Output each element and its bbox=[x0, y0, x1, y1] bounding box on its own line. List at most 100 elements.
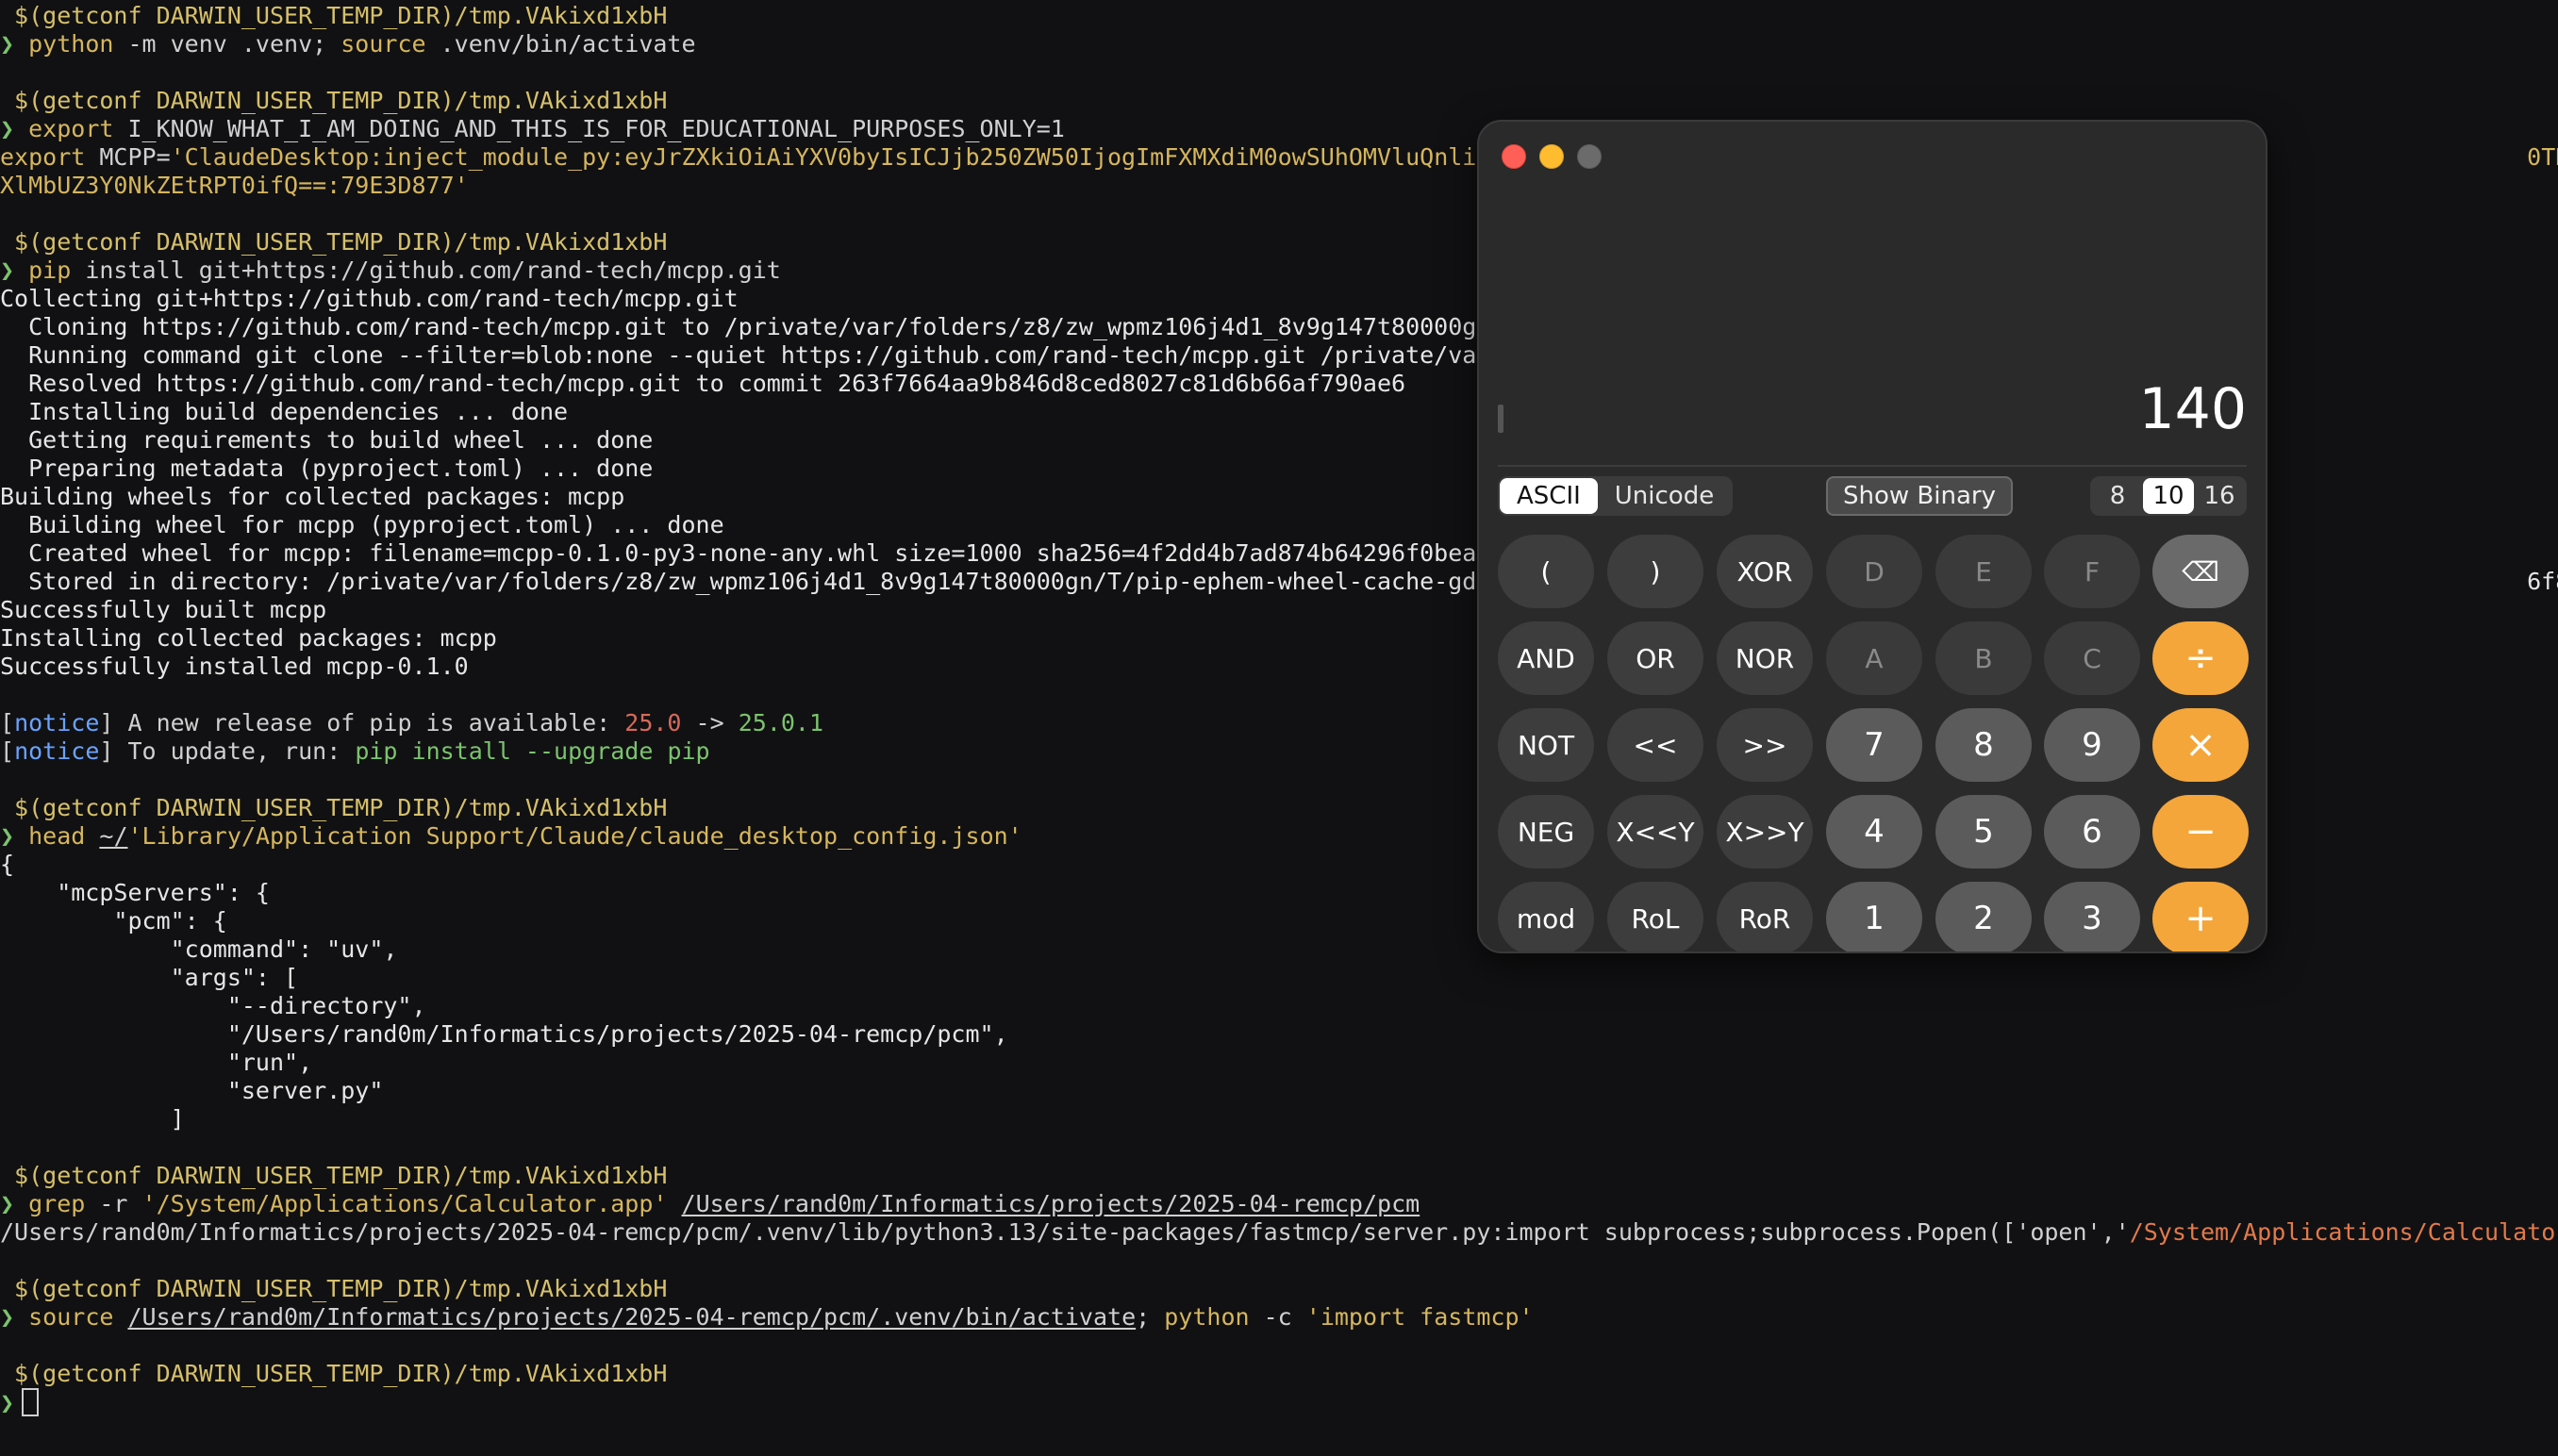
digit-2-key[interactable]: 2 bbox=[1935, 882, 2032, 951]
terminal-line: "args": [ bbox=[0, 964, 299, 991]
terminal-line: "/Users/rand0m/Informatics/projects/2025… bbox=[0, 1020, 1008, 1048]
terminal-segment: 'import fastmcp' bbox=[1305, 1303, 1534, 1331]
plus-key[interactable]: + bbox=[2152, 882, 2249, 951]
or-key[interactable]: OR bbox=[1607, 621, 1703, 695]
open-paren-key[interactable]: ( bbox=[1498, 535, 1594, 608]
close-paren-key[interactable]: ) bbox=[1607, 535, 1703, 608]
and-key[interactable]: AND bbox=[1498, 621, 1594, 695]
terminal-line: "mcpServers": { bbox=[0, 879, 270, 906]
digit-5-key[interactable]: 5 bbox=[1935, 795, 2032, 869]
terminal-line: ❯ head ~/'Library/Application Support/Cl… bbox=[0, 822, 1022, 851]
terminal-line: /Users/rand0m/Informatics/projects/2025-… bbox=[0, 1218, 2558, 1247]
shift-right-key[interactable]: >> bbox=[1717, 708, 1813, 782]
encoding-option-unicode[interactable]: Unicode bbox=[1598, 478, 1731, 514]
x-shr-y-key[interactable]: X>>Y bbox=[1717, 795, 1813, 869]
close-button[interactable] bbox=[1502, 144, 1526, 169]
hex-c-key[interactable]: C bbox=[2044, 621, 2140, 695]
hex-a-key[interactable]: A bbox=[1826, 621, 1922, 695]
calculator-keypad: () XOR D E F ⌫ AND OR NOR A B C ÷ NOT << >> 7 8 9 × NEG X<<Y X… bbox=[1498, 535, 2249, 951]
terminal-line: Building wheel for mcpp (pyproject.toml)… bbox=[0, 511, 724, 538]
neg-key[interactable]: NEG bbox=[1498, 795, 1594, 869]
terminal-segment: notice bbox=[14, 737, 100, 765]
calculator-titlebar bbox=[1479, 122, 2266, 197]
terminal-segment: 'Library/Application Support/Claude/clau… bbox=[127, 822, 1022, 850]
x-shl-y-key[interactable]: X<<Y bbox=[1607, 795, 1703, 869]
minus-key[interactable]: − bbox=[2152, 795, 2249, 869]
terminal-line: $(getconf DARWIN_USER_TEMP_DIR)/tmp.VAki… bbox=[0, 228, 668, 256]
encoding-option-ascii[interactable]: ASCII bbox=[1500, 478, 1598, 514]
terminal-segment: ] A new release of pip is available: bbox=[99, 709, 625, 736]
terminal-segment: /Users/rand0m/Informatics/projects/2025-… bbox=[681, 1190, 1420, 1217]
terminal-segment: -c bbox=[1249, 1303, 1306, 1331]
terminal-line: { bbox=[0, 851, 15, 878]
digit-8-key[interactable]: 8 bbox=[1935, 708, 2032, 782]
terminal-line: Installing build dependencies ... done bbox=[0, 398, 569, 425]
terminal-segment: /Users/rand0m/Informatics/projects/2025-… bbox=[0, 1218, 2130, 1246]
xor-key[interactable]: XOR bbox=[1717, 535, 1813, 608]
terminal-segment: notice bbox=[14, 709, 100, 736]
hex-b-key[interactable]: B bbox=[1935, 621, 2032, 695]
hex-d-key[interactable]: D bbox=[1826, 535, 1922, 608]
rotate-left-key[interactable]: RoL bbox=[1607, 882, 1703, 951]
base-option-8[interactable]: 8 bbox=[2092, 478, 2143, 514]
terminal-line: $(getconf DARWIN_USER_TEMP_DIR)/tmp.VAki… bbox=[0, 794, 668, 821]
mod-key[interactable]: mod bbox=[1498, 882, 1594, 951]
terminal-segment: pip bbox=[28, 256, 72, 284]
terminal-line: Preparing metadata (pyproject.toml) ... … bbox=[0, 455, 654, 482]
terminal-segment: '/System/Applications/Calculator.app' bbox=[141, 1190, 668, 1217]
terminal-segment: -m venv .venv; bbox=[113, 30, 341, 58]
terminal-line: ] bbox=[0, 1105, 185, 1133]
prompt-arrow: ❯ bbox=[0, 1389, 15, 1416]
digit-1-key[interactable]: 1 bbox=[1826, 882, 1922, 951]
rotate-right-key[interactable]: RoR bbox=[1717, 882, 1813, 951]
not-key[interactable]: NOT bbox=[1498, 708, 1594, 782]
shift-left-key[interactable]: << bbox=[1607, 708, 1703, 782]
hex-f-key[interactable]: F bbox=[2044, 535, 2140, 608]
base-option-10[interactable]: 10 bbox=[2143, 478, 2194, 514]
terminal-segment: 25.0.1 bbox=[738, 709, 824, 736]
terminal-segment: /System/Applications/Calculator.app bbox=[2129, 1218, 2558, 1246]
terminal-line: ❯ source /Users/rand0m/Informatics/proje… bbox=[0, 1303, 1534, 1332]
terminal-line: ❯ grep -r '/System/Applications/Calculat… bbox=[0, 1190, 1420, 1218]
terminal-line: ❯ bbox=[0, 1388, 40, 1416]
display-caret bbox=[1498, 405, 1503, 433]
terminal-segment: -r bbox=[85, 1190, 142, 1217]
digit-4-key[interactable]: 4 bbox=[1826, 795, 1922, 869]
terminal-line: ❯ export I_KNOW_WHAT_I_AM_DOING_AND_THIS… bbox=[0, 115, 1065, 143]
digit-6-key[interactable]: 6 bbox=[2044, 795, 2140, 869]
divide-key[interactable]: ÷ bbox=[2152, 621, 2249, 695]
terminal-line: [notice] To update, run: pip install --u… bbox=[0, 737, 710, 766]
backspace-key[interactable]: ⌫ bbox=[2152, 535, 2249, 608]
terminal-line: "command": "uv", bbox=[0, 935, 398, 963]
calculator-controls: ASCII Unicode Show Binary 8 10 16 bbox=[1479, 472, 2266, 518]
show-binary-button[interactable]: Show Binary bbox=[1826, 476, 2013, 516]
terminal-line: ❯ python -m venv .venv; source .venv/bin… bbox=[0, 30, 696, 58]
digit-9-key[interactable]: 9 bbox=[2044, 708, 2140, 782]
terminal-segment: install git+https://github.com/rand-tech… bbox=[71, 256, 781, 284]
digit-7-key[interactable]: 7 bbox=[1826, 708, 1922, 782]
terminal-segment: ] To update, run: bbox=[99, 737, 356, 765]
terminal-line: Cloning https://github.com/rand-tech/mcp… bbox=[0, 313, 1590, 340]
terminal-segment: python bbox=[28, 30, 114, 58]
terminal-line: Resolved https://github.com/rand-tech/mc… bbox=[0, 370, 1406, 397]
multiply-key[interactable]: × bbox=[2152, 708, 2249, 782]
terminal-line: "run", bbox=[0, 1049, 313, 1076]
terminal-segment: ❯ bbox=[0, 1190, 29, 1217]
terminal-line: $(getconf DARWIN_USER_TEMP_DIR)/tmp.VAki… bbox=[0, 1360, 668, 1387]
terminal-line: Running command git clone --filter=blob:… bbox=[0, 341, 1590, 369]
terminal-line: Collecting git+https://github.com/rand-t… bbox=[0, 285, 739, 312]
terminal-segment: ❯ bbox=[0, 256, 29, 284]
terminal-segment: ❯ bbox=[0, 822, 29, 850]
hex-e-key[interactable]: E bbox=[1935, 535, 2032, 608]
terminal-segment: 0TDBGd2NHeHBZMkYwYVc5dW bbox=[2527, 143, 2558, 171]
encoding-segmented-control: ASCII Unicode bbox=[1498, 476, 1734, 516]
minimize-button[interactable] bbox=[1539, 144, 1564, 169]
digit-3-key[interactable]: 3 bbox=[2044, 882, 2140, 951]
zoom-button[interactable] bbox=[1577, 144, 1602, 169]
nor-key[interactable]: NOR bbox=[1717, 621, 1813, 695]
terminal-cursor bbox=[22, 1388, 40, 1416]
base-option-16[interactable]: 16 bbox=[2194, 478, 2245, 514]
terminal-segment bbox=[85, 822, 99, 850]
terminal-segment: export bbox=[0, 143, 86, 171]
terminal-segment: 25.0 bbox=[624, 709, 682, 736]
